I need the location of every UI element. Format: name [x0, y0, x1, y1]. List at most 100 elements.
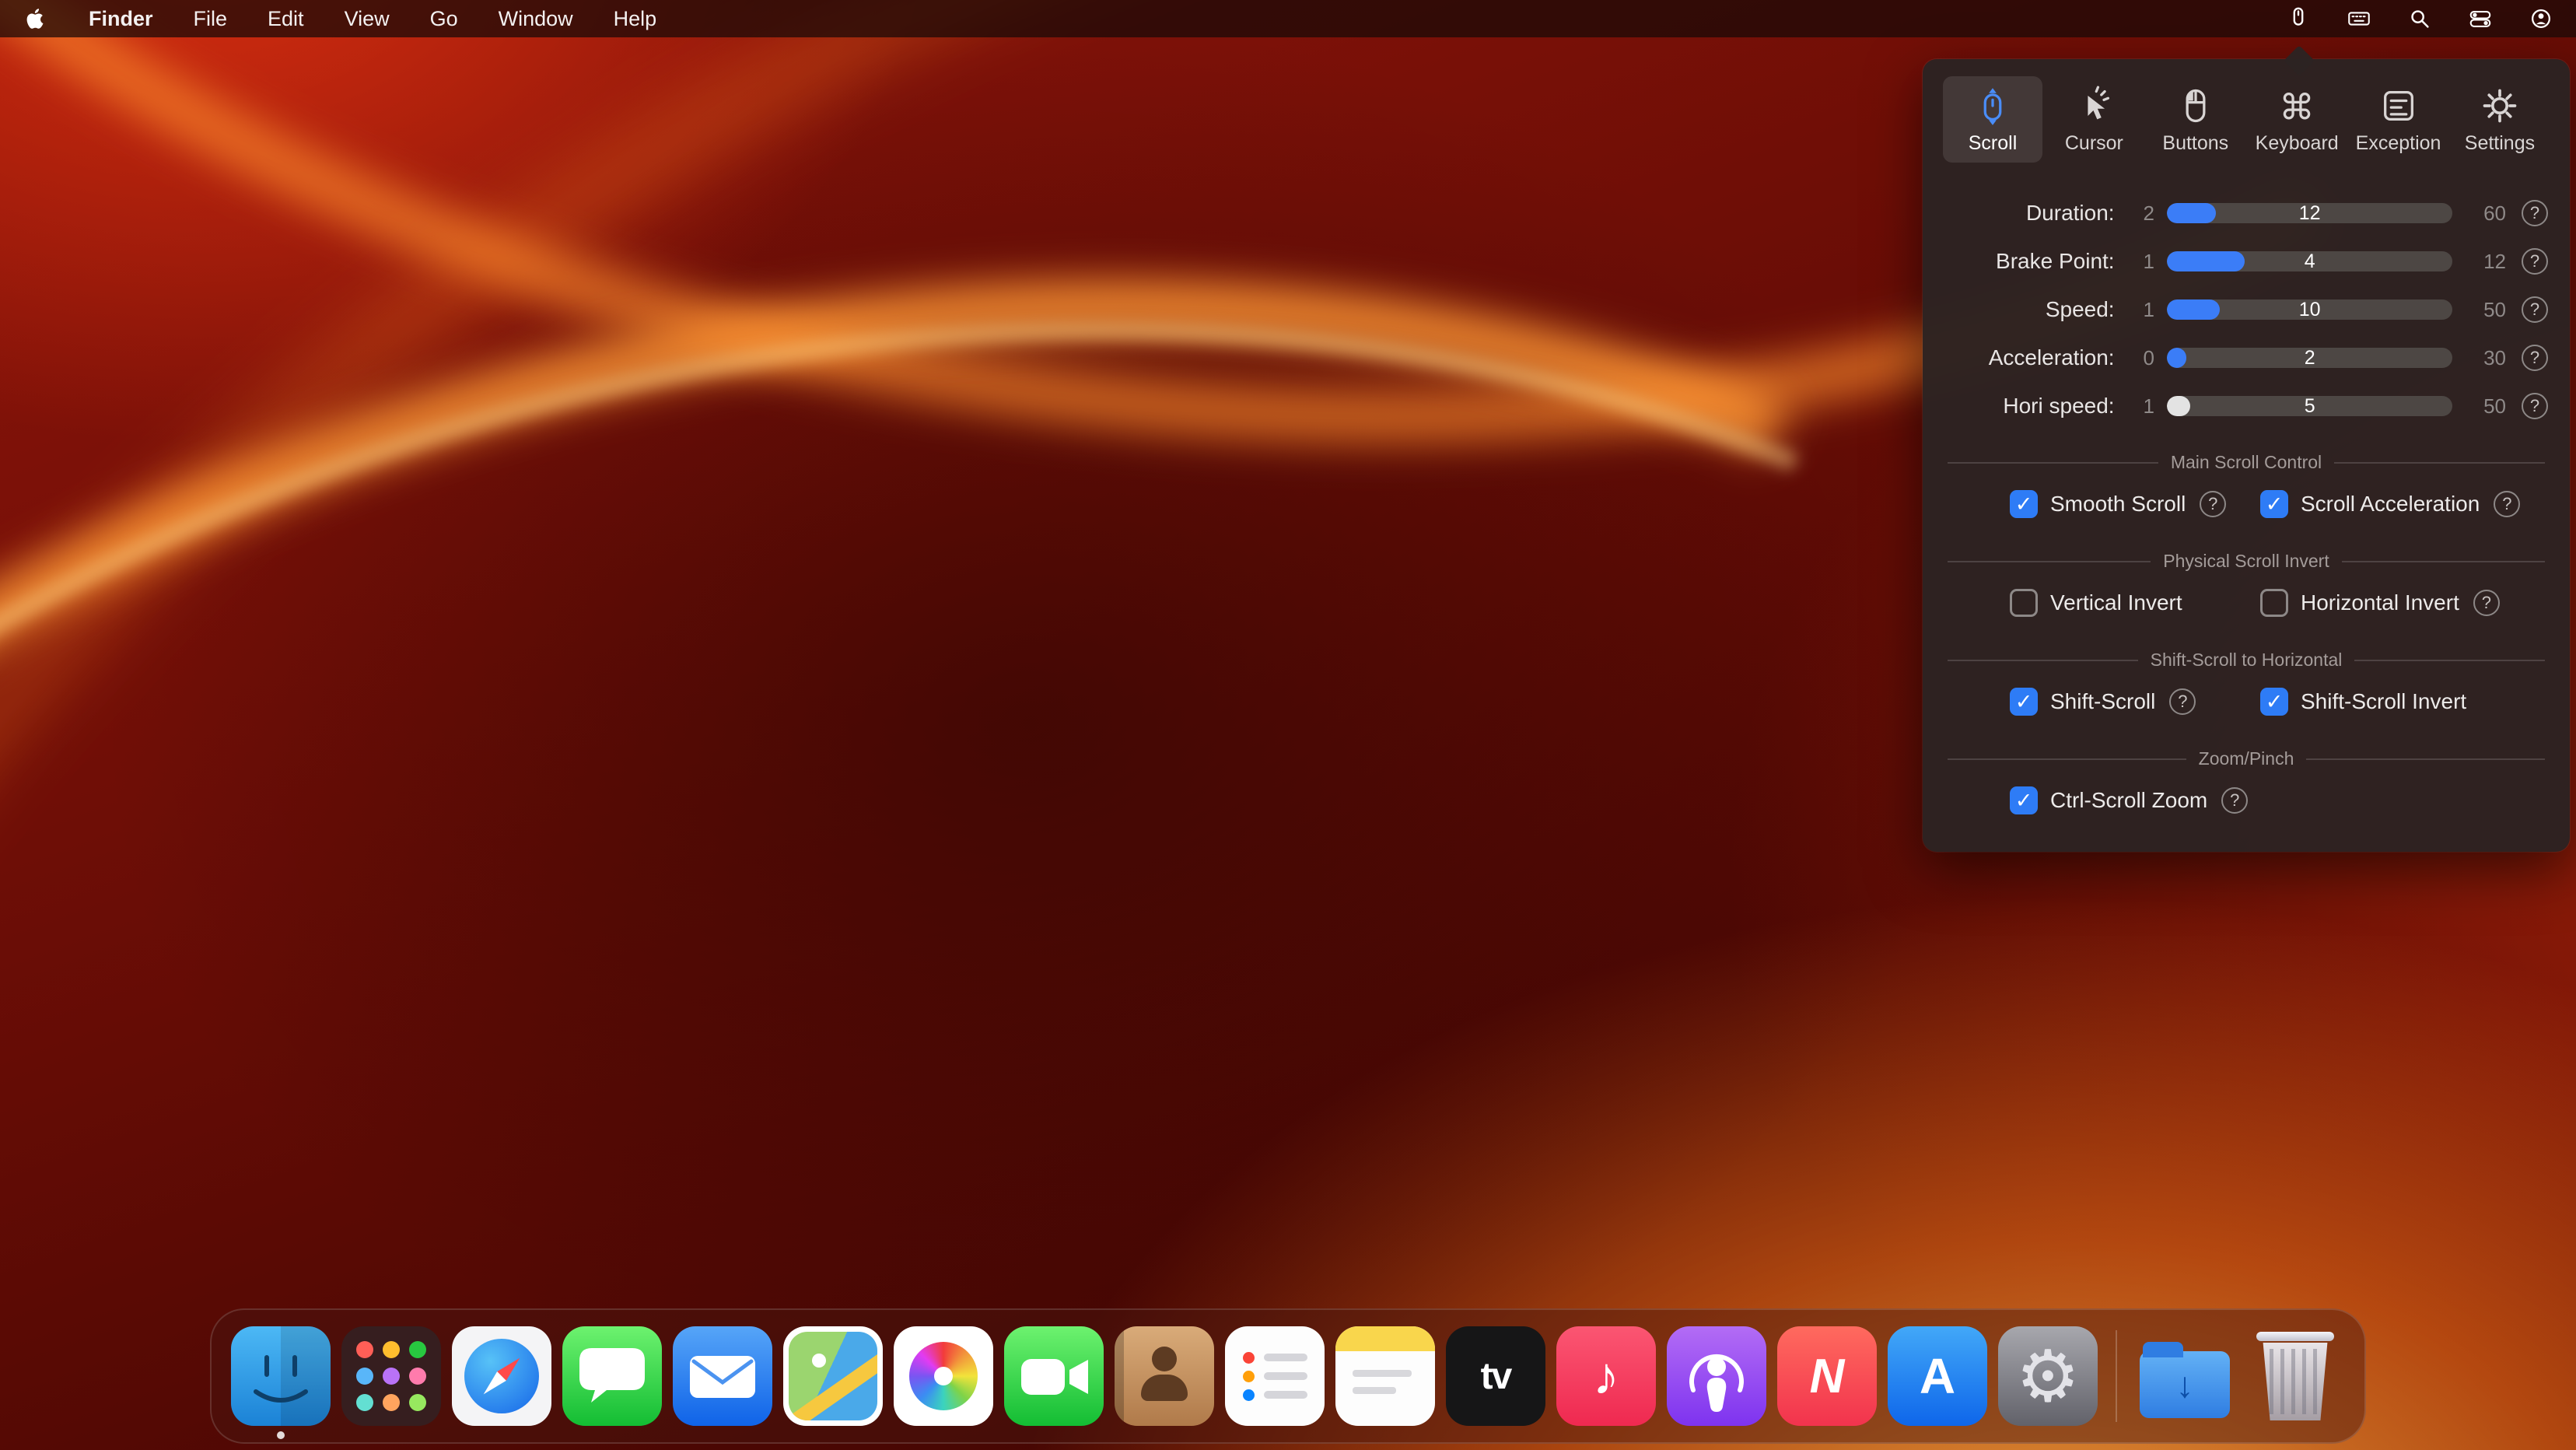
dock-icon-facetime[interactable]	[1004, 1326, 1104, 1426]
scroll-acceleration-label[interactable]: Scroll Acceleration	[2301, 492, 2480, 517]
tab-keyboard[interactable]: ⌘ Keyboard	[2247, 76, 2347, 163]
ctrl-scroll-zoom-option: Ctrl-Scroll Zoom ?	[2010, 786, 2260, 814]
help-icon[interactable]: ?	[2522, 200, 2548, 226]
shift-scroll-invert-checkbox[interactable]	[2260, 688, 2288, 716]
mos-mouse-icon[interactable]	[2285, 5, 2312, 32]
dock-icon-news[interactable]: N	[1777, 1326, 1877, 1426]
acceleration-value: 2	[2167, 348, 2452, 368]
menu-go[interactable]: Go	[430, 7, 458, 31]
dock-icon-contacts[interactable]	[1115, 1326, 1214, 1426]
shift-scroll-checkbox[interactable]	[2010, 688, 2038, 716]
dock-icon-music[interactable]: ♪	[1556, 1326, 1656, 1426]
shift-scroll-row: Shift-Scroll ? Shift-Scroll Invert ?	[1944, 677, 2548, 727]
help-icon[interactable]: ?	[2522, 296, 2548, 323]
control-center-icon[interactable]	[2467, 5, 2494, 32]
hori-speed-value: 5	[2167, 396, 2452, 416]
divider-line	[2306, 758, 2545, 760]
user-circle-icon[interactable]	[2528, 5, 2554, 32]
checkbox-sections: Main Scroll Control Smooth Scroll ? Scro…	[1923, 452, 2570, 825]
dock-icon-mail[interactable]	[673, 1326, 772, 1426]
tab-bar: Scroll Cursor Buttons ⌘ Keyboard	[1923, 59, 2570, 166]
safari-compass-icon	[464, 1339, 539, 1413]
app-store-logo: A	[1920, 1347, 1955, 1405]
active-app-name[interactable]: Finder	[89, 7, 153, 31]
tab-buttons[interactable]: Buttons	[2146, 76, 2245, 163]
dock-icon-downloads[interactable]: ↓	[2135, 1326, 2235, 1426]
dock-icon-tv[interactable]: tv	[1446, 1326, 1545, 1426]
tab-exception[interactable]: Exception	[2349, 76, 2448, 163]
help-icon[interactable]: ?	[2221, 787, 2248, 814]
vertical-invert-checkbox[interactable]	[2010, 589, 2038, 617]
help-icon[interactable]: ?	[2494, 491, 2520, 517]
speed-slider-row: Speed: 1 10 50 ?	[1944, 285, 2548, 334]
section-title: Main Scroll Control	[2171, 452, 2322, 473]
dock-icon-notes[interactable]	[1335, 1326, 1435, 1426]
speed-slider[interactable]: 10	[2167, 299, 2452, 320]
menu-help[interactable]: Help	[614, 7, 657, 31]
dock-icon-system-settings[interactable]: ⚙	[1998, 1326, 2098, 1426]
brake-point-value: 4	[2167, 251, 2452, 271]
news-logo: N	[1810, 1349, 1845, 1404]
help-icon[interactable]: ?	[2200, 491, 2226, 517]
section-header-zoom-pinch: Zoom/Pinch	[1948, 748, 2545, 769]
smooth-scroll-label[interactable]: Smooth Scroll	[2050, 492, 2186, 517]
help-icon[interactable]: ?	[2522, 248, 2548, 275]
reminders-list-icon	[1243, 1345, 1307, 1408]
acceleration-max: 30	[2463, 346, 2506, 370]
tab-label: Exception	[2356, 132, 2441, 155]
dock-icon-photos[interactable]	[894, 1326, 993, 1426]
help-icon[interactable]: ?	[2522, 345, 2548, 371]
speed-value: 10	[2167, 299, 2452, 320]
dock-icon-finder[interactable]	[231, 1326, 331, 1426]
dock-icon-safari[interactable]	[452, 1326, 551, 1426]
duration-slider-row: Duration: 2 12 60 ?	[1944, 189, 2548, 237]
envelope-icon	[673, 1326, 772, 1426]
brake-point-max: 12	[2463, 250, 2506, 274]
tab-label: Scroll	[1969, 132, 2018, 155]
scroll-acceleration-checkbox[interactable]	[2260, 490, 2288, 518]
menu-bar-left: Finder File Edit View Go Window Help	[22, 5, 656, 32]
menu-view[interactable]: View	[345, 7, 390, 31]
dock-icon-maps[interactable]	[783, 1326, 883, 1426]
ctrl-scroll-zoom-checkbox[interactable]	[2010, 786, 2038, 814]
dock-icon-trash[interactable]	[2245, 1326, 2345, 1426]
duration-max: 60	[2463, 201, 2506, 226]
duration-slider[interactable]: 12	[2167, 203, 2452, 223]
book-spine	[1115, 1326, 1124, 1426]
speed-label: Speed:	[1944, 297, 2115, 322]
apple-menu-icon[interactable]	[22, 5, 48, 32]
hori-speed-slider[interactable]: 5	[2167, 396, 2452, 416]
menu-window[interactable]: Window	[499, 7, 573, 31]
horizontal-invert-label[interactable]: Horizontal Invert	[2301, 590, 2459, 615]
tab-cursor[interactable]: Cursor	[2044, 76, 2144, 163]
brake-point-slider[interactable]: 4	[2167, 251, 2452, 271]
horizontal-invert-checkbox[interactable]	[2260, 589, 2288, 617]
menu-edit[interactable]: Edit	[268, 7, 304, 31]
cursor-icon	[2074, 86, 2114, 126]
tab-scroll[interactable]: Scroll	[1943, 76, 2042, 163]
shift-scroll-invert-label[interactable]: Shift-Scroll Invert	[2301, 689, 2466, 714]
physical-scroll-invert-row: Vertical Invert ? Horizontal Invert ?	[1944, 578, 2548, 628]
dock-icon-launchpad[interactable]	[341, 1326, 441, 1426]
dock-icon-messages[interactable]	[562, 1326, 662, 1426]
spotlight-search-icon[interactable]	[2406, 5, 2433, 32]
menu-file[interactable]: File	[194, 7, 228, 31]
section-title: Zoom/Pinch	[2199, 748, 2294, 769]
help-icon[interactable]: ?	[2522, 393, 2548, 419]
dock-icon-app-store[interactable]: A	[1888, 1326, 1987, 1426]
ctrl-scroll-zoom-label[interactable]: Ctrl-Scroll Zoom	[2050, 788, 2207, 813]
dock-icon-reminders[interactable]	[1225, 1326, 1325, 1426]
dock-icon-podcasts[interactable]	[1667, 1326, 1766, 1426]
notes-line	[1353, 1387, 1396, 1394]
acceleration-slider[interactable]: 2	[2167, 348, 2452, 368]
duration-value: 12	[2167, 203, 2452, 223]
dock-separator	[2116, 1330, 2117, 1422]
help-icon[interactable]: ?	[2473, 590, 2500, 616]
launchpad-grid-icon	[356, 1341, 426, 1411]
shift-scroll-label[interactable]: Shift-Scroll	[2050, 689, 2155, 714]
vertical-invert-label[interactable]: Vertical Invert	[2050, 590, 2182, 615]
smooth-scroll-checkbox[interactable]	[2010, 490, 2038, 518]
keyboard-viewer-icon[interactable]	[2346, 5, 2372, 32]
help-icon[interactable]: ?	[2169, 688, 2196, 715]
tab-settings[interactable]: Settings	[2450, 76, 2550, 163]
